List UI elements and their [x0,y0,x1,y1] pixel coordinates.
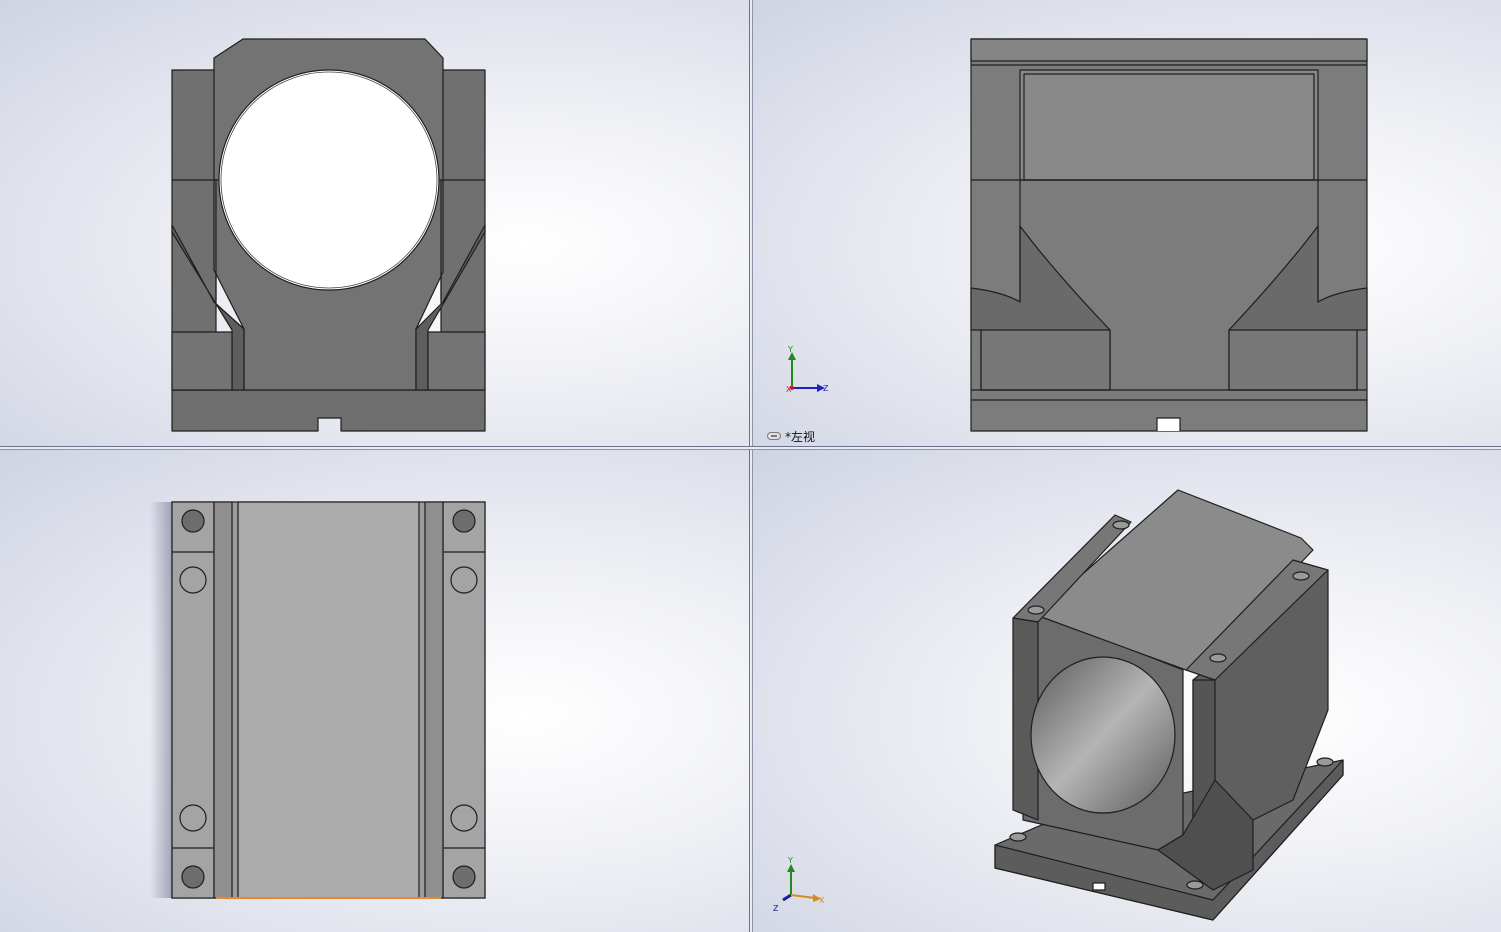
iso-triad-y-label: Y [787,856,793,865]
bolt-hole [181,865,205,889]
view-orientation-label[interactable]: *左视 [767,429,816,444]
bolt-hole [179,566,207,594]
front-view-model[interactable] [0,0,749,446]
iso-coordinate-triad: Y Z X [773,856,825,913]
bolt-hole [450,566,478,594]
vertical-viewport-splitter[interactable] [749,0,753,932]
triad-y-label: Y [787,345,793,354]
top-face [237,501,420,899]
iso-triad-z-label: Z [773,904,779,913]
base-plate [171,389,486,432]
top-view-viewport[interactable] [0,450,749,932]
bolt-hole [450,804,478,832]
view-name-text: *左视 [785,429,816,444]
bolt-hole [181,509,205,533]
top-view-model[interactable] [0,450,749,932]
bolt-hole [452,865,476,889]
right-flange [442,501,486,899]
coordinate-triad: Y X Z [786,345,829,394]
link-views-icon[interactable] [767,432,781,440]
left-view-model[interactable]: Y X Z [753,0,1501,446]
horizontal-viewport-splitter[interactable] [0,446,1501,450]
left-flange [171,501,215,899]
bolt-hole [452,509,476,533]
front-view-viewport[interactable] [0,0,749,446]
bore-hole [218,69,440,291]
triad-z-label: Z [823,384,829,393]
isometric-model[interactable]: Y Z X [753,450,1501,932]
bolt-hole [179,804,207,832]
isometric-viewport[interactable]: Y Z X [753,450,1501,932]
triad-x-label: X [786,385,792,394]
iso-triad-x-label: X [819,896,825,905]
iso-bore [1030,656,1176,814]
left-view-viewport[interactable]: Y X Z *左视 [753,0,1501,446]
